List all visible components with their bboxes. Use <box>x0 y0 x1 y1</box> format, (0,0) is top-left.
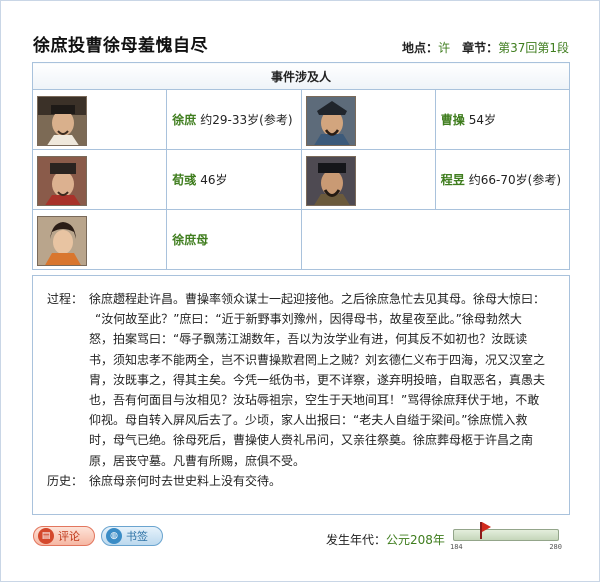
avatar-cheng-yu[interactable] <box>305 156 356 206</box>
process-line: 仰视。母自转入屏风后去了。少顷，家人出报曰：“老夫人自缢于梁间。”徐庶慌入救 <box>89 413 528 428</box>
people-table: 事件涉及人 徐庶 约29-33岁(参考) 曹操 54岁 荀彧 46岁 程昱 约6… <box>31 62 571 270</box>
history-row: 历史： 徐庶母亲何时去世史料上没有交待。 <box>47 471 555 491</box>
person-name[interactable]: 徐庶母 <box>172 233 208 247</box>
story-box: 过程： 徐庶趱程赴许昌。曹操率领众谋士一起迎接他。之后徐庶急忙去见其母。徐母大惊… <box>32 275 570 515</box>
comment-button[interactable]: ▤ 评论 <box>33 526 95 546</box>
location-label: 地点： <box>402 41 439 55</box>
avatar-xu-shu-mother[interactable] <box>37 216 87 266</box>
chapter-value[interactable]: 第37回第1段 <box>498 41 569 55</box>
bookmark-label: 书签 <box>126 530 148 543</box>
process-line: “汝何故至此？”庶曰：“近于新野事刘豫州，因得母书，故星夜至此。”徐母勃然大 <box>95 312 522 327</box>
person-age: 54岁 <box>468 113 497 127</box>
event-panel: 徐庶投曹徐母羞愧自尽 地点：许 章节：第37回第1段 事件涉及人 徐庶 约29-… <box>0 0 600 582</box>
event-title: 徐庶投曹徐母羞愧自尽 <box>33 36 208 56</box>
process-line: 书，须知忠孝不能两全，岂不识曹操欺君罔上之贼？刘玄德仁义布于四海，况又汉室之 <box>89 352 546 367</box>
history-label: 历史： <box>47 473 84 488</box>
comment-icon: ▤ <box>38 528 54 544</box>
person-name[interactable]: 荀彧 <box>172 173 196 187</box>
process-line: 也，吾有何面目与汝相见？汝玷辱祖宗，空生于天地间耳！”骂得徐庶拜伏于地，不敢 <box>89 393 540 408</box>
history-text: 徐庶母亲何时去世史料上没有交待。 <box>89 473 282 488</box>
era-label: 发生年代： <box>326 533 387 547</box>
process-label: 过程： <box>47 292 84 306</box>
process-line: 时，母气已绝。徐母死后，曹操使人赍礼吊问，又亲往祭奠。徐庶葬母柩于许昌之南 <box>89 433 534 448</box>
era-value: 公元208年 <box>386 533 445 547</box>
event-meta: 地点：许 章节：第37回第1段 <box>402 39 569 56</box>
avatar-xun-yu[interactable] <box>37 156 87 206</box>
location-value[interactable]: 许 <box>438 41 450 55</box>
person-name[interactable]: 徐庶 <box>172 113 196 127</box>
timeline-flag-icon[interactable] <box>479 522 491 539</box>
avatar-cao-cao[interactable] <box>305 96 356 146</box>
process-line: 胄，汝既事之，得其主矣。今凭一纸伪书，更不详察，遂弃明投暗，自取恶名，真愚夫 <box>89 372 546 387</box>
bookmark-icon: ◍ <box>106 528 122 544</box>
timeline-start: 184 <box>450 543 463 551</box>
people-heading: 事件涉及人 <box>32 62 570 90</box>
portrait-cao-cao-icon <box>306 97 355 145</box>
bookmark-button[interactable]: ◍ 书签 <box>101 526 163 546</box>
person-age: 46岁 <box>200 173 228 187</box>
process-text: 徐庶趱程赴许昌。曹操率领众谋士一起迎接他。之后徐庶急忙去见其母。徐母大惊曰： “… <box>89 289 555 471</box>
timeline-track[interactable] <box>453 529 559 541</box>
process-line: 原，居丧守墓。凡曹有所赐，庶俱不受。 <box>89 453 306 468</box>
comment-label: 评论 <box>58 530 80 543</box>
person-age: 约66-70岁(参考) <box>468 173 561 187</box>
person-age: 约29-33岁(参考) <box>200 113 293 127</box>
portrait-xu-shu-mother-icon <box>38 217 86 265</box>
process-line: 怒，拍案骂曰：“辱子飘荡江湖数年，吾以为汝学业有进，何其反不如初也？汝既读 <box>89 332 528 347</box>
person-name[interactable]: 程昱 <box>441 173 465 187</box>
process-line: 徐庶趱程赴许昌。曹操率领众谋士一起迎接他。之后徐庶急忙去见其母。徐母大惊曰： <box>89 292 546 306</box>
empty-cell <box>300 209 570 270</box>
chapter-label: 章节： <box>462 41 499 55</box>
portrait-xu-shu-icon <box>38 97 86 145</box>
person-name[interactable]: 曹操 <box>441 113 465 127</box>
era-readout: 发生年代：公元208年 <box>326 531 445 548</box>
process-row: 过程： 徐庶趱程赴许昌。曹操率领众谋士一起迎接他。之后徐庶急忙去见其母。徐母大惊… <box>47 289 555 471</box>
portrait-xun-yu-icon <box>38 157 86 205</box>
timeline-slider[interactable]: 184 280 <box>450 522 562 551</box>
timeline-end: 280 <box>549 543 562 551</box>
avatar-xu-shu[interactable] <box>37 96 87 146</box>
portrait-cheng-yu-icon <box>306 157 355 205</box>
